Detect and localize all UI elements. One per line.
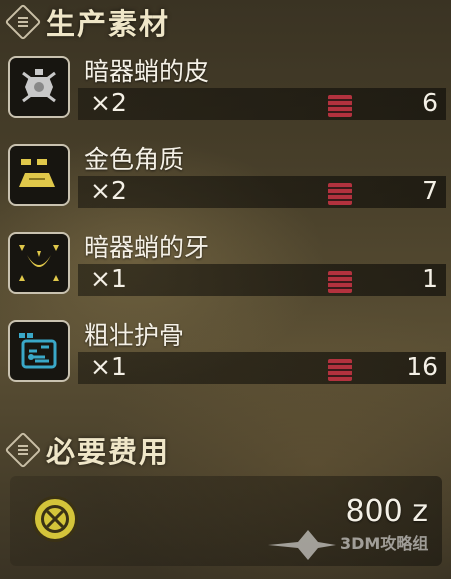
item-owned-count: 16: [406, 352, 438, 381]
item-box-icon: [328, 183, 352, 205]
item-owned-count: 6: [422, 88, 438, 117]
item-box-icon: [328, 359, 352, 381]
watermark-logo: 3DM攻略组: [268, 520, 438, 570]
watermark-text: 3DM攻略组: [340, 534, 429, 553]
section-header-cost: 必要费用: [4, 430, 171, 470]
item-required-qty: ×2: [90, 176, 127, 205]
item-name: 金色角质: [84, 145, 185, 174]
section-title-cost: 必要费用: [46, 435, 171, 469]
item-name: 暗器蛸的皮: [84, 57, 210, 86]
section-title-materials: 生产素材: [46, 7, 171, 41]
section-diamond-icon: [4, 431, 42, 469]
qty-bar: [78, 88, 446, 120]
item-required-qty: ×2: [90, 88, 127, 117]
zenny-coin-icon: [32, 496, 78, 542]
gold-ingot-icon: [8, 144, 70, 206]
section-header-materials: 生产素材: [4, 2, 171, 42]
section-diamond-icon: [4, 3, 42, 41]
fang-material-icon: [8, 232, 70, 294]
material-item[interactable]: 金色角质 ×2 7: [6, 138, 446, 220]
item-name: 粗壮护骨: [84, 321, 185, 350]
hide-material-icon: [8, 56, 70, 118]
item-required-qty: ×1: [90, 264, 127, 293]
bone-material-icon: [8, 320, 70, 382]
watermark-emblem-icon: [268, 530, 336, 560]
material-item[interactable]: 暗器蛸的皮 ×2 6: [6, 50, 446, 132]
item-name: 暗器蛸的牙: [84, 233, 210, 262]
item-owned-count: 1: [422, 264, 438, 293]
qty-bar: [78, 176, 446, 208]
item-box-icon: [328, 271, 352, 293]
qty-bar: [78, 264, 446, 296]
item-box-icon: [328, 95, 352, 117]
item-required-qty: ×1: [90, 352, 127, 381]
qty-bar: [78, 352, 446, 384]
material-item[interactable]: 暗器蛸的牙 ×1 1: [6, 226, 446, 308]
material-item[interactable]: 粗壮护骨 ×1 16: [6, 314, 446, 396]
item-owned-count: 7: [422, 176, 438, 205]
